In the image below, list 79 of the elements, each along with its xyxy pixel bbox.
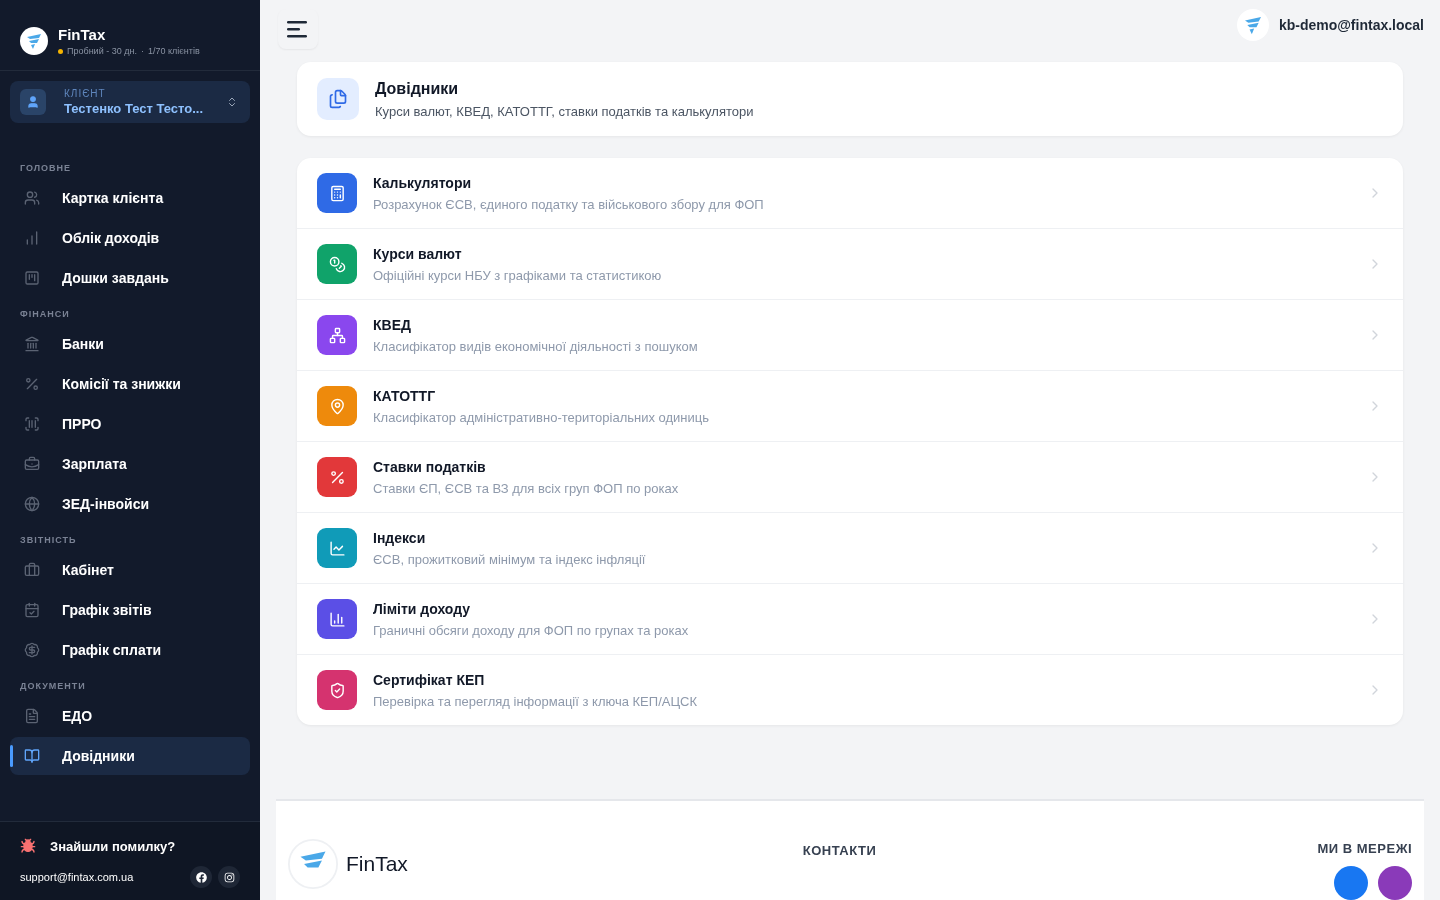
- item-title: Ліміти доходу: [373, 600, 472, 617]
- nav-item[interactable]: Облік доходів: [10, 219, 250, 257]
- nav-item[interactable]: Дошки завдань: [10, 259, 250, 297]
- logo-icon: [1236, 8, 1269, 41]
- item-description: Перевірка та перегляд інформації з ключа КЕП/АЦСК: [373, 693, 698, 709]
- page-subtitle: Курси валют, КВЕД, КАТОТТГ, ставки податків та калькулятори: [375, 103, 754, 119]
- barcode-icon: [24, 416, 40, 432]
- item-title: Сертифікат КЕП: [373, 671, 486, 688]
- section-title: ГОЛОВНЕ: [19, 162, 73, 175]
- page-title: Довідники: [375, 79, 460, 98]
- book-icon: [24, 748, 40, 764]
- nav-item[interactable]: ПРРО: [10, 405, 250, 443]
- logo-icon: [288, 839, 338, 889]
- nav-item[interactable]: Банки: [10, 325, 250, 363]
- item-description: Офіційні курси НБУ з графіками та статистикою: [373, 267, 663, 283]
- facebook-icon[interactable]: [190, 866, 212, 888]
- section-title: ФІНАНСИ: [19, 308, 71, 321]
- calendar-icon: [24, 602, 40, 618]
- social-title: МИ В МЕРЕЖІ: [1317, 841, 1412, 856]
- bug-report-link[interactable]: Знайшли помилку?: [20, 838, 240, 854]
- nav-item[interactable]: Довідники: [10, 737, 250, 775]
- item-description: Ставки ЄП, ЄСВ та ВЗ для всіх груп ФОП по роках: [373, 480, 680, 496]
- item-description: Граничні обсяги доходу для ФОП по групах та роках: [373, 622, 690, 638]
- kanban-icon: [24, 270, 40, 286]
- support-email[interactable]: support@fintax.com.ua: [20, 871, 134, 883]
- percent-icon: [24, 376, 40, 392]
- status-dot: [58, 48, 63, 54]
- user-email[interactable]: kb-demo@fintax.local: [1278, 16, 1424, 33]
- logo-icon: [20, 27, 48, 55]
- chevrons-icon: [226, 96, 238, 108]
- item-title: Індекси: [373, 529, 427, 546]
- instagram-icon[interactable]: [1378, 866, 1412, 900]
- directory-item[interactable]: Ліміти доходу Граничні обсяги доходу для ФОП по групах та роках: [297, 584, 1403, 655]
- users-icon: [24, 190, 40, 206]
- item-title: Калькулятори: [373, 174, 473, 191]
- footer-brand: FinTax: [346, 852, 408, 876]
- files-icon: [317, 78, 359, 120]
- bug-icon: [20, 838, 36, 854]
- item-title: Ставки податків: [373, 458, 487, 475]
- item-title: КАТОТТГ: [373, 387, 437, 404]
- nav-item[interactable]: Графік сплати: [10, 631, 250, 669]
- user-icon: [20, 89, 46, 115]
- item-title: Курси валют: [373, 245, 463, 262]
- client-selector[interactable]: КЛІЄНТ Тестенко Тест Тесто...: [10, 81, 250, 123]
- directory-item[interactable]: Індекси ЄСВ, прожитковий мінімум та індекс інфляції: [297, 513, 1403, 584]
- item-description: ЄСВ, прожитковий мінімум та індекс інфляції: [373, 551, 647, 567]
- nav-item[interactable]: ЗЕД-інвойси: [10, 485, 250, 523]
- nav-item[interactable]: Графік звітів: [10, 591, 250, 629]
- directory-item[interactable]: Сертифікат КЕП Перевірка та перегляд інформації з ключа КЕП/АЦСК: [297, 655, 1403, 725]
- nav-item[interactable]: Картка клієнта: [10, 179, 250, 217]
- separator-text: ·: [140, 46, 144, 56]
- briefcase-icon: [24, 562, 40, 578]
- menu-icon: [287, 19, 309, 38]
- case-icon: [24, 456, 40, 472]
- dollar-icon: [24, 642, 40, 658]
- nav-item[interactable]: Зарплата: [10, 445, 250, 483]
- directory-item[interactable]: КВЕД Класифікатор видів економічної діяльності з пошуком: [297, 300, 1403, 371]
- globe-icon: [24, 496, 40, 512]
- nav-item[interactable]: Кабінет: [10, 551, 250, 589]
- item-description: Класифікатор адміністративно-територіальних одиниць: [373, 409, 710, 425]
- brand-name: FinTax: [58, 26, 107, 43]
- plan-text: Пробний - 30 дн.: [67, 46, 137, 56]
- nav-item[interactable]: Комісії та знижки: [10, 365, 250, 403]
- bar-chart-icon: [24, 230, 40, 246]
- document-icon: [24, 708, 40, 724]
- bank-icon: [24, 336, 40, 352]
- item-description: Класифікатор видів економічної діяльності з пошуком: [373, 338, 699, 354]
- contacts-title: КОНТАКТИ: [802, 843, 877, 858]
- directory-item[interactable]: КАТОТТГ Класифікатор адміністративно-територіальних одиниць: [297, 371, 1403, 442]
- nav-item[interactable]: ЕДО: [10, 697, 250, 735]
- directory-item[interactable]: Курси валют Офіційні курси НБУ з графіками та статистикою: [297, 229, 1403, 300]
- section-title: ЗВІТНІСТЬ: [19, 534, 78, 547]
- clients-count: 1/70 клієнтів: [147, 46, 200, 56]
- directory-item[interactable]: Ставки податків Ставки ЄП, ЄСВ та ВЗ для всіх груп ФОП по роках: [297, 442, 1403, 513]
- section-title: ДОКУМЕНТИ: [19, 680, 87, 693]
- item-description: Розрахунок ЄСВ, єдиного податку та військового збору для ФОП: [373, 196, 765, 212]
- directory-item[interactable]: Калькулятори Розрахунок ЄСВ, єдиного податку та військового збору для ФОП: [297, 158, 1403, 229]
- item-title: КВЕД: [373, 316, 412, 333]
- instagram-icon[interactable]: [218, 866, 240, 888]
